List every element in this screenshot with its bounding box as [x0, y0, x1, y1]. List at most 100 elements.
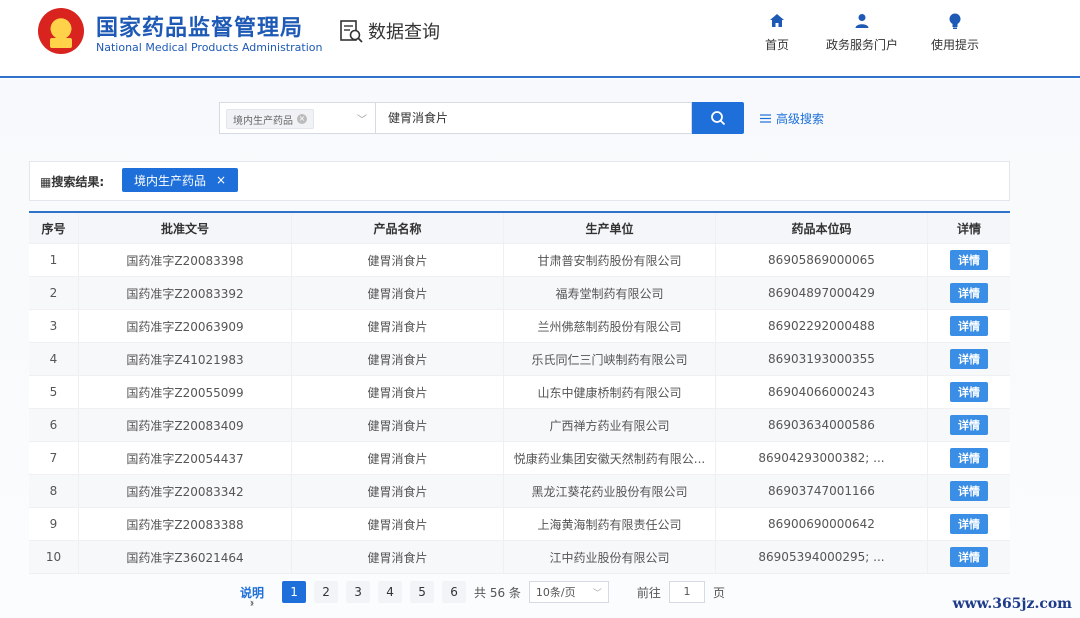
detail-cell: 详情 — [928, 508, 1010, 540]
bulb-icon — [949, 13, 961, 29]
approval-number: 国药准字Z20054437 — [79, 442, 292, 474]
column-header: 生产单位 — [504, 213, 716, 243]
detail-cell: 详情 — [928, 277, 1010, 309]
column-header: 序号 — [29, 213, 79, 243]
detail-cell: 详情 — [928, 409, 1010, 441]
row-index: 9 — [29, 508, 79, 540]
manufacturer: 上海黄海制药有限责任公司 — [504, 508, 716, 540]
manufacturer: 山东中健康桥制药有限公司 — [504, 376, 716, 408]
manufacturer: 福寿堂制药有限公司 — [504, 277, 716, 309]
search-input[interactable]: 健胃消食片 — [375, 102, 692, 134]
detail-button[interactable]: 详情 — [950, 514, 988, 534]
drug-code: 86904066000243 — [716, 376, 928, 408]
page-button[interactable]: 1 — [282, 581, 307, 603]
next-page-button[interactable]: › — [240, 592, 264, 614]
approval-number: 国药准字Z20083398 — [79, 244, 292, 276]
advanced-search-link[interactable]: 高级搜索 — [760, 110, 824, 127]
grid-icon: ▦ — [40, 175, 52, 189]
detail-button[interactable]: 详情 — [950, 349, 988, 369]
category-tag-label: 境内生产药品 — [233, 115, 293, 127]
manufacturer: 广西禅方药业有限公司 — [504, 409, 716, 441]
page-button[interactable]: 3 — [346, 581, 371, 603]
drug-code: 86904293000382; ... — [716, 442, 928, 474]
search-results-bar: ▦搜索结果: 境内生产药品 × — [29, 161, 1010, 201]
category-select[interactable]: 境内生产药品 × ﹀ — [219, 102, 375, 134]
header-divider — [0, 76, 1080, 78]
detail-button[interactable]: 详情 — [950, 547, 988, 567]
nav-usage-tips[interactable]: 使用提示 — [931, 12, 979, 53]
approval-number: 国药准字Z20083392 — [79, 277, 292, 309]
product-name: 健胃消食片 — [292, 343, 504, 375]
goto-label: 前往 — [636, 585, 661, 600]
table-body: 1 国药准字Z20083398 健胃消食片 甘肃普安制药股份有限公司 869058690… — [29, 244, 1010, 574]
table-row: 5 国药准字Z20055099 健胃消食片 山东中健康桥制药有限公司 869040660… — [29, 376, 1010, 409]
detail-cell: 详情 — [928, 376, 1010, 408]
nav-service-portal[interactable]: 政务服务门户 — [826, 12, 898, 53]
row-index: 5 — [29, 376, 79, 408]
row-index: 10 — [29, 541, 79, 573]
search-button[interactable] — [692, 102, 744, 134]
detail-button[interactable]: 详情 — [950, 415, 988, 435]
detail-cell: 详情 — [928, 244, 1010, 276]
chevron-down-icon: ﹀ — [357, 115, 367, 126]
table-row: 1 国药准字Z20083398 健胃消食片 甘肃普安制药股份有限公司 869058690… — [29, 244, 1010, 277]
advanced-search-label: 高级搜索 — [776, 112, 825, 126]
page-size-select[interactable]: 10条/页 ﹀ — [528, 581, 609, 603]
user-icon — [855, 14, 869, 28]
page-button[interactable]: 6 — [442, 581, 467, 603]
detail-button[interactable]: 详情 — [950, 250, 988, 270]
product-name: 健胃消食片 — [292, 310, 504, 342]
nav-usage-tips-label: 使用提示 — [931, 38, 980, 52]
nav-home[interactable]: 首页 — [765, 12, 789, 53]
detail-cell: 详情 — [928, 475, 1010, 507]
detail-cell: 详情 — [928, 310, 1010, 342]
column-header: 药品本位码 — [716, 213, 928, 243]
drug-code: 86902292000488 — [716, 310, 928, 342]
home-icon — [770, 14, 784, 27]
detail-button[interactable]: 详情 — [950, 382, 988, 402]
page-size-value: 10条/页 — [535, 586, 576, 599]
manufacturer: 悦康药业集团安徽天然制药有限公... — [504, 442, 716, 474]
table-row: 3 国药准字Z20063909 健胃消食片 兰州佛慈制药股份有限公司 869022920… — [29, 310, 1010, 343]
detail-cell: 详情 — [928, 343, 1010, 375]
drug-code: 86905869000065 — [716, 244, 928, 276]
nav-service-portal-label: 政务服务门户 — [826, 38, 899, 52]
nav-home-label: 首页 — [765, 38, 790, 52]
drug-code: 86903634000586 — [716, 409, 928, 441]
product-name: 健胃消食片 — [292, 409, 504, 441]
table-row: 8 国药准字Z20083342 健胃消食片 黑龙江葵花药业股份有限公司 86903747… — [29, 475, 1010, 508]
drug-code: 86903747001166 — [716, 475, 928, 507]
row-index: 6 — [29, 409, 79, 441]
close-icon[interactable]: × — [216, 173, 226, 187]
results-table: 序号 批准文号 产品名称 生产单位 药品本位码 详情 1 国药准字Z2008339… — [29, 211, 1010, 574]
table-row: 6 国药准字Z20083409 健胃消食片 广西禅方药业有限公司 86903634000… — [29, 409, 1010, 442]
category-tag-clear-icon[interactable]: × — [297, 114, 307, 124]
product-name: 健胃消食片 — [292, 277, 504, 309]
national-emblem-logo — [38, 8, 84, 54]
drug-code: 86903193000355 — [716, 343, 928, 375]
drug-code: 86904897000429 — [716, 277, 928, 309]
product-name: 健胃消食片 — [292, 244, 504, 276]
detail-button[interactable]: 详情 — [950, 448, 988, 468]
chevron-down-icon: ﹀ — [592, 588, 602, 599]
section-title: 数据查询 — [338, 18, 440, 44]
row-index: 3 — [29, 310, 79, 342]
site-header: 国家药品监督管理局 National Medical Products Admi… — [0, 0, 1080, 78]
detail-button[interactable]: 详情 — [950, 316, 988, 336]
column-header: 产品名称 — [292, 213, 504, 243]
detail-button[interactable]: 详情 — [950, 481, 988, 501]
manufacturer: 江中药业股份有限公司 — [504, 541, 716, 573]
page-button[interactable]: 2 — [314, 581, 339, 603]
manufacturer: 黑龙江葵花药业股份有限公司 — [504, 475, 716, 507]
detail-button[interactable]: 详情 — [950, 283, 988, 303]
goto-page-input[interactable]: 1 — [668, 581, 705, 603]
page-button[interactable]: 4 — [378, 581, 403, 603]
results-filter-tag[interactable]: 境内生产药品 × — [122, 168, 239, 192]
section-title-label: 数据查询 — [368, 22, 440, 43]
row-index: 7 — [29, 442, 79, 474]
page-button[interactable]: 5 — [410, 581, 435, 603]
approval-number: 国药准字Z20055099 — [79, 376, 292, 408]
table-row: 10 国药准字Z36021464 健胃消食片 江中药业股份有限公司 8690539400… — [29, 541, 1010, 574]
results-label: ▦搜索结果: — [40, 173, 104, 190]
approval-number: 国药准字Z20063909 — [79, 310, 292, 342]
